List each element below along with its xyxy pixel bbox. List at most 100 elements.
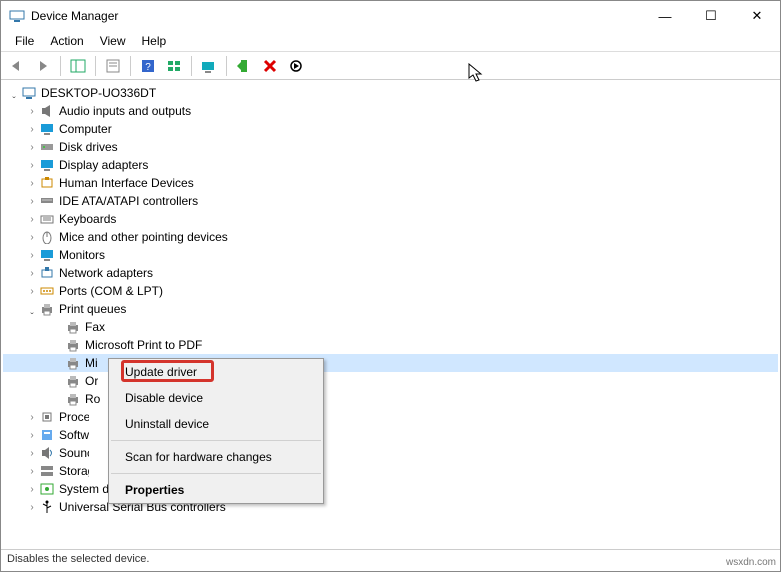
tree-category[interactable]: › Ports (COM & LPT) bbox=[3, 282, 778, 300]
monitor-icon bbox=[39, 247, 55, 263]
tree-category-label: Computer bbox=[59, 122, 112, 136]
chevron-down-icon[interactable]: ˬ bbox=[7, 88, 21, 99]
tree-category[interactable]: › Audio inputs and outputs bbox=[3, 102, 778, 120]
scan-hardware-button[interactable] bbox=[197, 54, 221, 78]
chevron-right-icon[interactable]: › bbox=[25, 484, 39, 495]
usb-icon bbox=[39, 499, 55, 515]
printer-icon bbox=[65, 319, 81, 335]
chevron-right-icon[interactable]: › bbox=[25, 124, 39, 135]
status-bar: Disables the selected device. wsxdn.com bbox=[1, 549, 780, 571]
titlebar: Device Manager — ☐ ✕ bbox=[1, 1, 780, 31]
tree-category-label: Softwa bbox=[59, 428, 89, 442]
chevron-down-icon[interactable]: ˬ bbox=[25, 304, 39, 315]
tree-category[interactable]: ˬ Print queues bbox=[3, 300, 778, 318]
tree-root[interactable]: ˬ DESKTOP-UO336DT bbox=[3, 84, 778, 102]
tree-category-label: Human Interface Devices bbox=[59, 176, 194, 190]
tree-device-label: Microsoft Print to PDF bbox=[85, 338, 202, 352]
tree-category[interactable]: ›Disk drives bbox=[3, 138, 778, 156]
computer-icon bbox=[21, 85, 37, 101]
chevron-right-icon[interactable]: › bbox=[25, 412, 39, 423]
chevron-right-icon[interactable]: › bbox=[25, 466, 39, 477]
menu-file[interactable]: File bbox=[7, 32, 42, 50]
tree-category-label: Keyboards bbox=[59, 212, 116, 226]
chevron-right-icon[interactable]: › bbox=[25, 430, 39, 441]
menu-help[interactable]: Help bbox=[134, 32, 175, 50]
printer-icon bbox=[39, 301, 55, 317]
chevron-right-icon[interactable]: › bbox=[25, 106, 39, 117]
chevron-right-icon[interactable]: › bbox=[25, 286, 39, 297]
network-icon bbox=[39, 265, 55, 281]
tree-category[interactable]: ›Network adapters bbox=[3, 264, 778, 282]
show-hide-tree-button[interactable] bbox=[66, 54, 90, 78]
context-separator bbox=[111, 473, 321, 474]
minimize-button[interactable]: — bbox=[642, 1, 688, 31]
chevron-right-icon[interactable]: › bbox=[25, 502, 39, 513]
menubar: File Action View Help bbox=[1, 31, 780, 52]
chevron-right-icon[interactable]: › bbox=[25, 196, 39, 207]
tree-category-label: Ports (COM & LPT) bbox=[59, 284, 163, 298]
uninstall-device-button[interactable] bbox=[258, 54, 282, 78]
tree-category-label: Mice and other pointing devices bbox=[59, 230, 228, 244]
status-text: Disables the selected device. bbox=[7, 553, 149, 568]
port-icon bbox=[39, 283, 55, 299]
chevron-right-icon[interactable]: › bbox=[25, 268, 39, 279]
tree-category[interactable]: › IDE ATA/ATAPI controllers bbox=[3, 192, 778, 210]
window-title: Device Manager bbox=[31, 9, 642, 23]
tree-device[interactable]: Microsoft Print to PDF bbox=[3, 336, 778, 354]
tree-category[interactable]: › Keyboards bbox=[3, 210, 778, 228]
device-manager-icon bbox=[9, 8, 25, 24]
forward-button[interactable] bbox=[31, 54, 55, 78]
tree-category-label: Storag bbox=[59, 464, 89, 478]
menu-view[interactable]: View bbox=[92, 32, 134, 50]
grid-button[interactable] bbox=[162, 54, 186, 78]
tree-category-label: Display adapters bbox=[59, 158, 148, 172]
tree-device-label: Mi bbox=[85, 356, 98, 370]
printer-icon bbox=[65, 337, 81, 353]
chevron-right-icon[interactable]: › bbox=[25, 142, 39, 153]
printer-icon bbox=[65, 391, 81, 407]
maximize-button[interactable]: ☐ bbox=[688, 1, 734, 31]
toolbar: ? bbox=[1, 52, 780, 80]
hid-icon bbox=[39, 175, 55, 191]
context-scan-hardware[interactable]: Scan for hardware changes bbox=[109, 444, 323, 470]
tree-device-label: Ro bbox=[85, 392, 100, 406]
toolbar-separator bbox=[60, 56, 61, 76]
monitor-icon bbox=[39, 157, 55, 173]
toolbar-separator bbox=[191, 56, 192, 76]
back-button[interactable] bbox=[5, 54, 29, 78]
tree-category[interactable]: › Monitors bbox=[3, 246, 778, 264]
chevron-right-icon[interactable]: › bbox=[25, 178, 39, 189]
toolbar-separator bbox=[226, 56, 227, 76]
system-icon bbox=[39, 481, 55, 497]
chevron-right-icon[interactable]: › bbox=[25, 214, 39, 225]
tree-device[interactable]: Fax bbox=[3, 318, 778, 336]
sound-icon bbox=[39, 445, 55, 461]
speaker-icon bbox=[39, 103, 55, 119]
tree-category-label: IDE ATA/ATAPI controllers bbox=[59, 194, 198, 208]
context-uninstall-device[interactable]: Uninstall device bbox=[109, 411, 323, 437]
disable-device-button[interactable] bbox=[284, 54, 308, 78]
chevron-right-icon[interactable]: › bbox=[25, 160, 39, 171]
context-disable-device[interactable]: Disable device bbox=[109, 385, 323, 411]
tree-category[interactable]: › Human Interface Devices bbox=[3, 174, 778, 192]
sw-icon bbox=[39, 427, 55, 443]
toolbar-separator bbox=[130, 56, 131, 76]
tree-category[interactable]: › Mice and other pointing devices bbox=[3, 228, 778, 246]
context-properties[interactable]: Properties bbox=[109, 477, 323, 503]
tree-category-label: Monitors bbox=[59, 248, 105, 262]
tree-category[interactable]: › Display adapters bbox=[3, 156, 778, 174]
chevron-right-icon[interactable]: › bbox=[25, 250, 39, 261]
help-button[interactable]: ? bbox=[136, 54, 160, 78]
update-driver-button[interactable] bbox=[232, 54, 256, 78]
tree-category-label: Print queues bbox=[59, 302, 126, 316]
tree-category-label: Sounc bbox=[59, 446, 89, 460]
tree-category[interactable]: › Computer bbox=[3, 120, 778, 138]
properties-button[interactable] bbox=[101, 54, 125, 78]
menu-action[interactable]: Action bbox=[42, 32, 91, 50]
chevron-right-icon[interactable]: › bbox=[25, 448, 39, 459]
ide-icon bbox=[39, 193, 55, 209]
chevron-right-icon[interactable]: › bbox=[25, 232, 39, 243]
tree-device-label: Or bbox=[85, 374, 98, 388]
tree-category-label: Audio inputs and outputs bbox=[59, 104, 191, 118]
close-button[interactable]: ✕ bbox=[734, 1, 780, 31]
